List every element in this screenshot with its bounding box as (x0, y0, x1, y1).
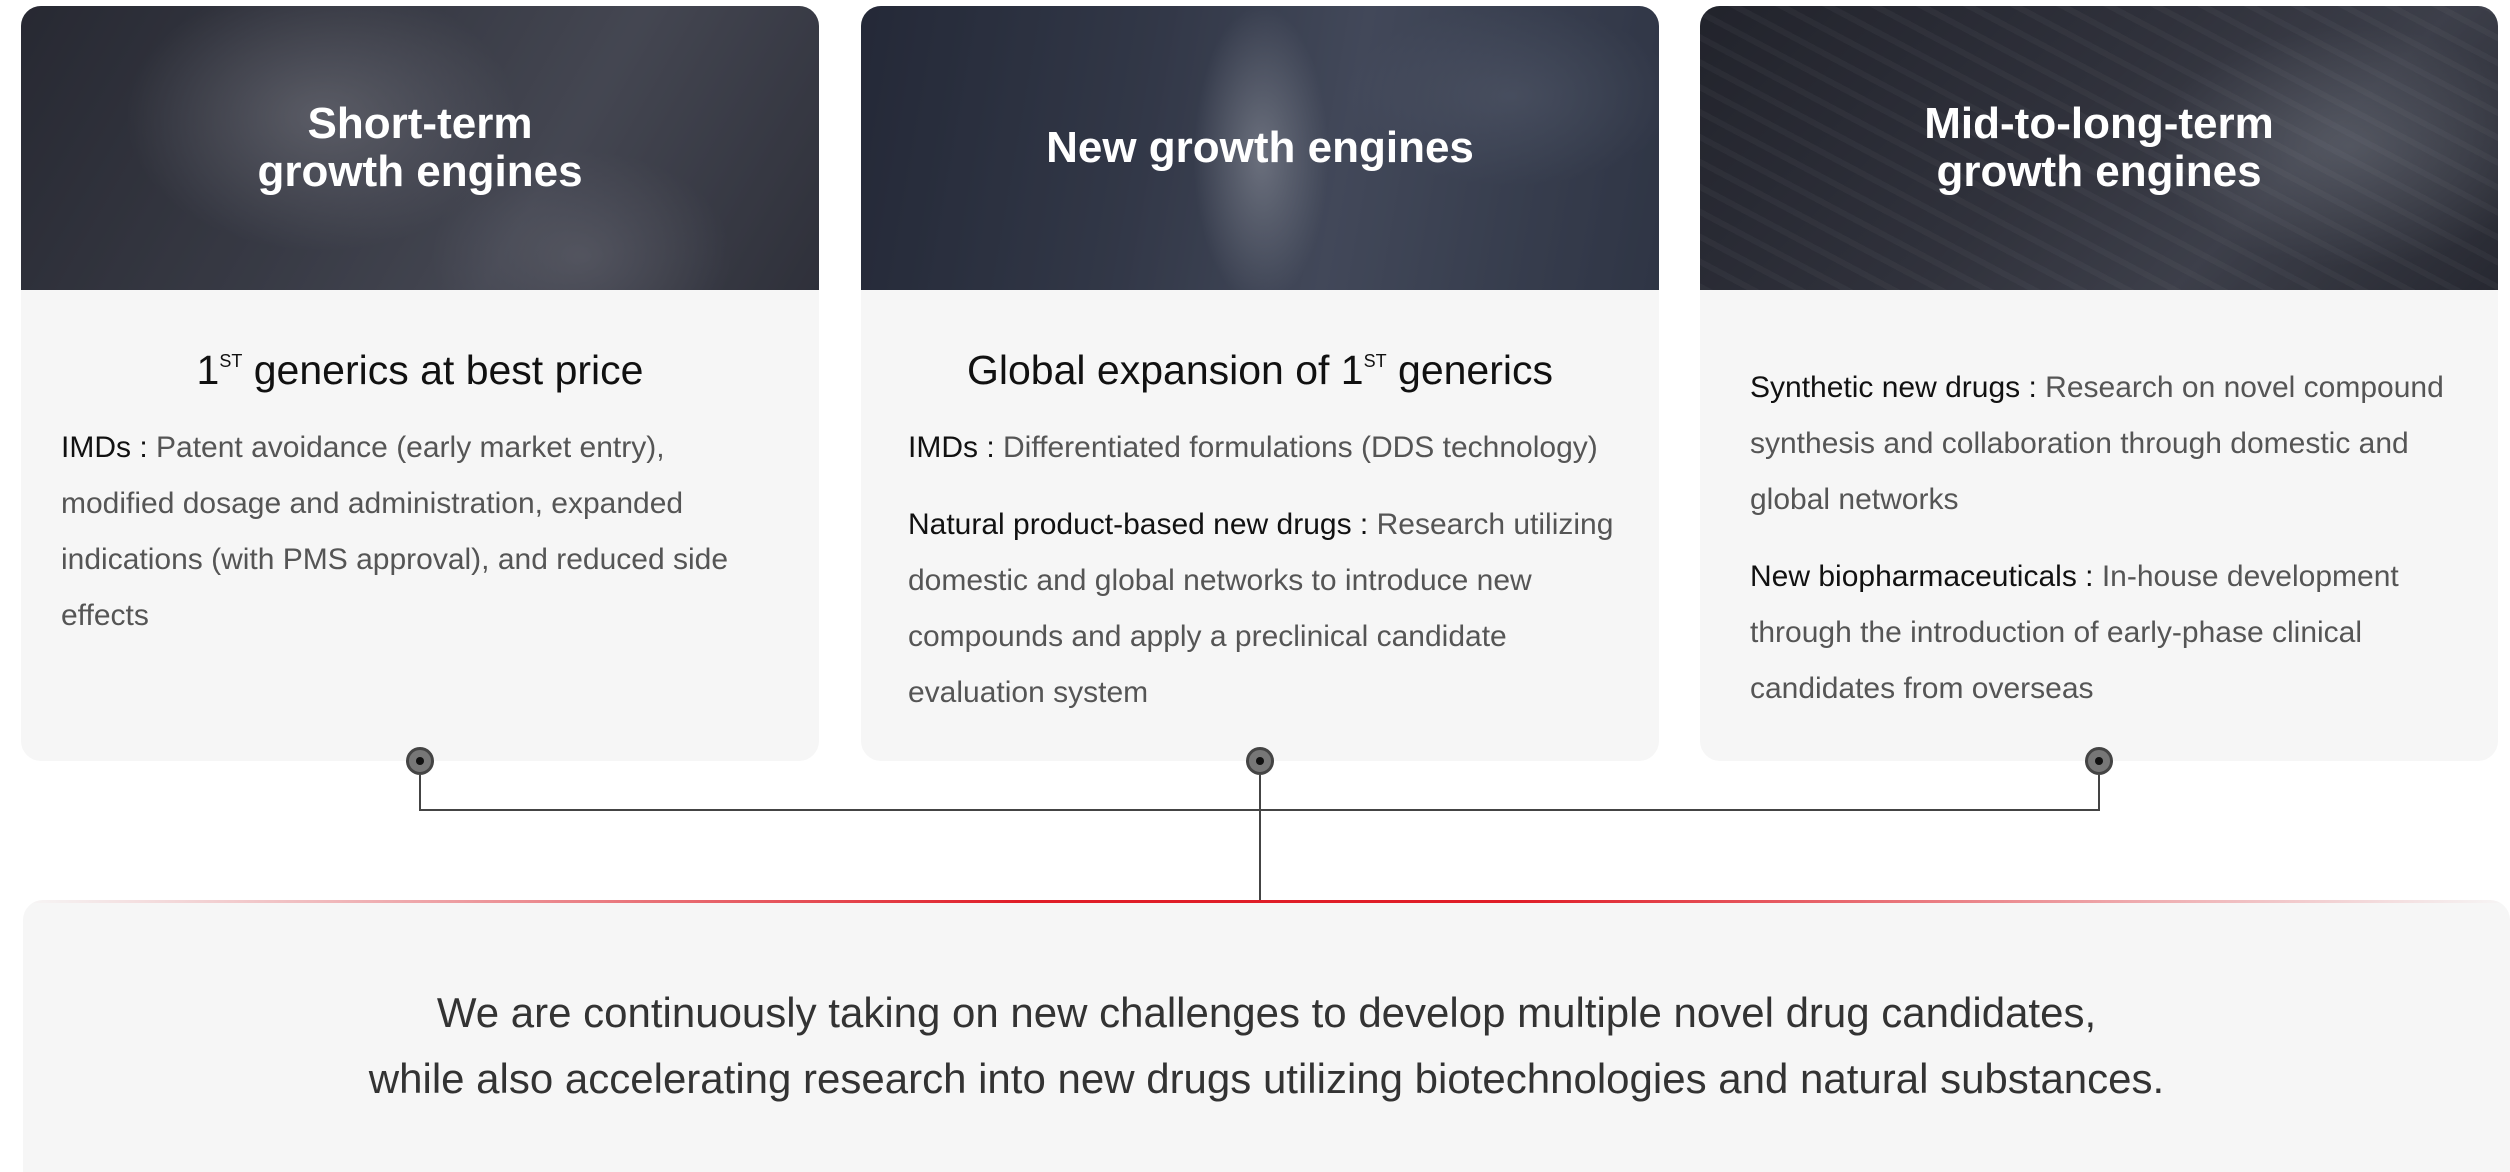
card-subtitle-text: generics (1386, 347, 1553, 393)
card-item-separator: : (2076, 560, 2102, 593)
card-item: IMDs : Differentiated formulations (DDS … (908, 420, 1619, 476)
card-body: Synthetic new drugs : Research on novel … (1700, 290, 2498, 717)
accent-divider (23, 900, 2510, 903)
card-header-title: Mid-to-long-term growth engines (1924, 99, 2274, 196)
connector-line-center-vertical (1259, 775, 1261, 901)
connector-line-right-vertical (2098, 775, 2100, 811)
card-item: IMDs : Patent avoidance (early market en… (61, 420, 779, 644)
card-header-image: Mid-to-long-term growth engines (1700, 6, 2498, 290)
card-item-separator: : (978, 431, 1004, 464)
connector-line-horizontal (419, 809, 2100, 811)
connector-node-dot (2085, 747, 2113, 775)
growth-card-mid-long-term: Mid-to-long-term growth engines Syntheti… (1700, 6, 2498, 761)
card-subtitle-text: generics at best price (242, 347, 644, 393)
card-item-label: IMDs (61, 431, 131, 464)
connector-line-left-vertical (419, 775, 421, 811)
card-header-image: New growth engines (861, 6, 1659, 290)
card-item-label: Synthetic new drugs (1750, 371, 2021, 404)
card-item: New biopharmaceuticals : In-house develo… (1750, 549, 2458, 717)
connector-node-dot (406, 747, 434, 775)
card-subtitle-superscript: ST (219, 351, 243, 371)
card-item-label: New biopharmaceuticals (1750, 560, 2077, 593)
card-body: IMDs : Patent avoidance (early market en… (21, 420, 819, 644)
card-subtitle: 1ST generics at best price (21, 346, 819, 394)
card-item-separator: : (1351, 508, 1377, 541)
card-subtitle-superscript: ST (1363, 351, 1387, 371)
connector-node-dot (1246, 747, 1274, 775)
card-item: Natural product-based new drugs : Resear… (908, 497, 1619, 721)
card-item-text: Patent avoidance (early market entry), m… (61, 431, 729, 632)
growth-card-new: New growth engines Global expansion of 1… (861, 6, 1659, 761)
card-body: IMDs : Differentiated formulations (DDS … (861, 420, 1659, 721)
card-item: Synthetic new drugs : Research on novel … (1750, 360, 2458, 528)
card-item-separator: : (131, 431, 157, 464)
card-header-title: Short-term growth engines (257, 99, 583, 196)
summary-panel: We are continuously taking on new challe… (23, 900, 2510, 1172)
card-subtitle-text: 1 (196, 347, 220, 393)
card-item-label: Natural product-based new drugs (908, 508, 1352, 541)
card-subtitle: Global expansion of 1ST generics (861, 346, 1659, 394)
summary-text: We are continuously taking on new challe… (23, 980, 2510, 1112)
card-header-image: Short-term growth engines (21, 6, 819, 290)
card-item-label: IMDs (908, 431, 978, 464)
card-item-separator: : (2020, 371, 2046, 404)
summary-line: We are continuously taking on new challe… (436, 989, 2097, 1036)
card-subtitle-text: Global expansion of 1 (967, 347, 1364, 393)
growth-card-short-term: Short-term growth engines 1ST generics a… (21, 6, 819, 761)
card-item-text: Differentiated formulations (DDS technol… (1003, 431, 1598, 464)
summary-line: while also accelerating research into ne… (368, 1055, 2165, 1102)
card-header-title: New growth engines (1046, 123, 1474, 172)
